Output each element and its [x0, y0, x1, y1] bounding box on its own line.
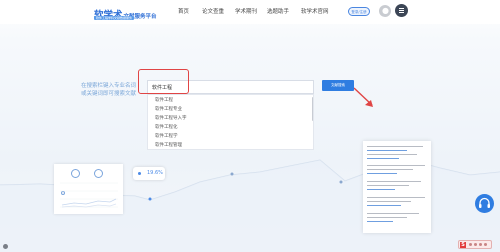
- document-preview-card: [363, 141, 431, 233]
- suggestion-item[interactable]: 软件工程: [155, 97, 173, 103]
- doc-text-line: [367, 221, 393, 222]
- doc-text-line: [367, 158, 399, 159]
- doc-text-line: [367, 165, 425, 166]
- doc-text-line: [367, 173, 397, 174]
- doc-text-line: [367, 201, 411, 202]
- chart-point: [230, 172, 234, 176]
- sogou-s-icon: S: [460, 242, 466, 248]
- suggestion-item[interactable]: 软件工程学: [155, 133, 178, 139]
- ring-gauge-icon: [71, 169, 80, 178]
- stat-bubble: 19.6%: [133, 167, 165, 180]
- sogou-input-icon[interactable]: S: [458, 240, 492, 249]
- doc-text-line: [367, 197, 425, 198]
- doc-text-line: [367, 150, 407, 151]
- doc-text-line: [367, 189, 395, 190]
- suggestion-item[interactable]: 软件工程专业: [155, 106, 182, 112]
- search-button[interactable]: 文献搜索: [322, 80, 354, 91]
- doc-text-line: [367, 217, 407, 218]
- headset-glyph: [479, 197, 490, 208]
- status-dot-icon: [3, 244, 8, 249]
- stat-dot-icon: [138, 172, 141, 175]
- chart-point: [148, 197, 152, 201]
- doc-text-line: [367, 169, 413, 170]
- doc-text-line: [367, 213, 419, 214]
- doc-text-line: [367, 181, 421, 182]
- ime-option-icon: [469, 243, 472, 246]
- doc-text-line: [367, 185, 409, 186]
- pointer-arrow-annotation: [353, 87, 373, 107]
- ime-option-icon: [479, 243, 482, 246]
- dropdown-scrollbar[interactable]: [312, 97, 313, 121]
- search-hint-text: 在搜索栏键入专业名词或关键词即可搜索文献: [81, 83, 137, 97]
- doc-text-line: [367, 146, 423, 147]
- ring-gauge-icon: [94, 169, 103, 178]
- doc-text-line: [367, 154, 417, 155]
- search-suggestions-dropdown: 软件工程 软件工程专业 软件工程导入字 软件工程化 软件工程学 软件工程管理: [147, 94, 314, 150]
- headset-icon[interactable]: [475, 194, 494, 213]
- chart-point: [339, 180, 343, 184]
- doc-text-line: [367, 205, 401, 206]
- stat-bubble-value: 19.6%: [147, 170, 163, 176]
- search-highlight-annotation: [138, 69, 189, 94]
- suggestion-item[interactable]: 软件工程导入字: [155, 115, 187, 121]
- suggestion-item[interactable]: 软件工程化: [155, 124, 178, 130]
- ime-option-icon: [484, 243, 487, 246]
- suggestion-item[interactable]: 软件工程管理: [155, 142, 182, 148]
- ime-option-icon: [474, 243, 477, 246]
- stats-panel: [54, 164, 123, 214]
- mini-line-chart: [60, 182, 118, 208]
